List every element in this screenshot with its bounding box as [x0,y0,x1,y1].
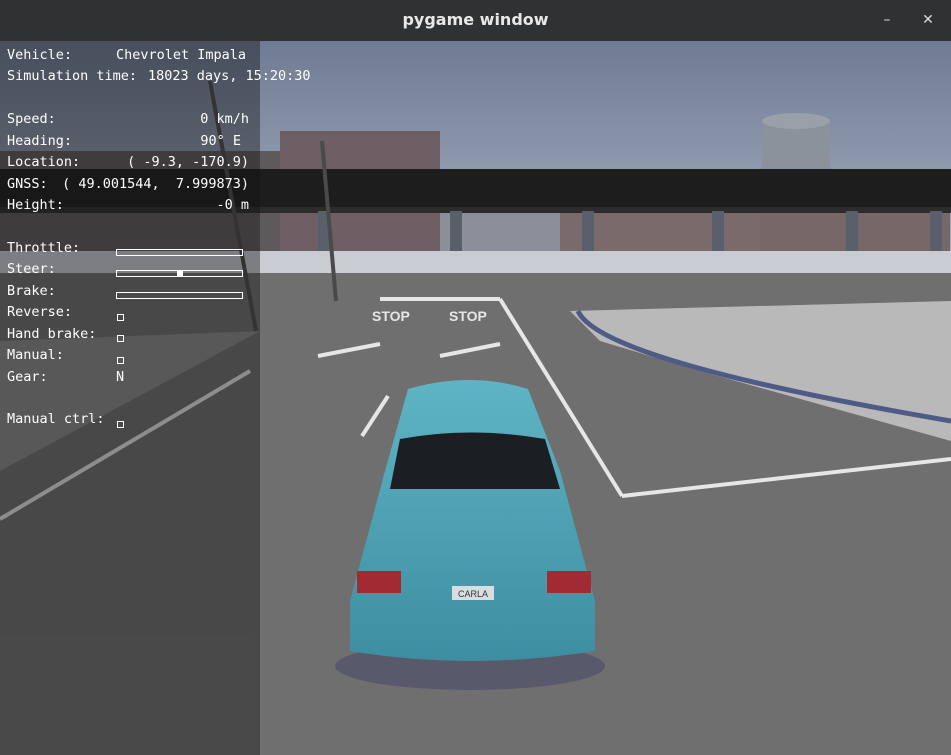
steer-label: Steer: [7,261,56,277]
gear-value: N [116,369,125,385]
stop-marking-right: STOP [449,308,487,324]
pygame-window: pygame window – ✕ STOP STOP CARLA Vehicl… [0,0,951,755]
minimize-icon[interactable]: – [876,9,898,31]
manual-checkbox [117,357,124,364]
manual-ctrl-label: Manual ctrl: [7,411,105,427]
vehicle-label: Vehicle: [7,47,73,63]
height-value: -0 m [216,197,249,213]
location-value: ( -9.3, -170.9) [127,154,249,170]
steer-indicator [176,271,183,276]
steer-bar [116,270,243,277]
gear-label: Gear: [7,369,48,385]
heading-value: 90° E [200,133,241,149]
hand-brake-label: Hand brake: [7,326,97,342]
manual-ctrl-checkbox [117,421,124,428]
height-label: Height: [7,197,64,213]
stop-marking-left: STOP [372,308,410,324]
throttle-label: Throttle: [7,240,81,256]
throttle-bar [116,249,243,256]
close-icon[interactable]: ✕ [917,9,939,31]
gnss-label: GNSS: [7,176,48,192]
speed-label: Speed: [7,111,56,127]
reverse-checkbox [117,314,124,321]
manual-label: Manual: [7,347,64,363]
vehicle-value: Chevrolet Impala [116,47,247,63]
hand-brake-checkbox [117,335,124,342]
title-bar[interactable]: pygame window – ✕ [0,0,951,42]
location-label: Location: [7,154,81,170]
brake-bar [116,292,243,299]
window-title: pygame window [402,10,549,29]
speed-value: 0 km/h [200,111,249,127]
simulation-time-value: 18023 days, 15:20:30 [148,68,311,84]
reverse-label: Reverse: [7,304,73,320]
simulation-time-label: Simulation time: [7,68,138,84]
gnss-value: ( 49.001544, 7.999873) [62,176,249,192]
heading-label: Heading: [7,133,73,149]
brake-label: Brake: [7,283,56,299]
license-plate: CARLA [458,589,488,599]
